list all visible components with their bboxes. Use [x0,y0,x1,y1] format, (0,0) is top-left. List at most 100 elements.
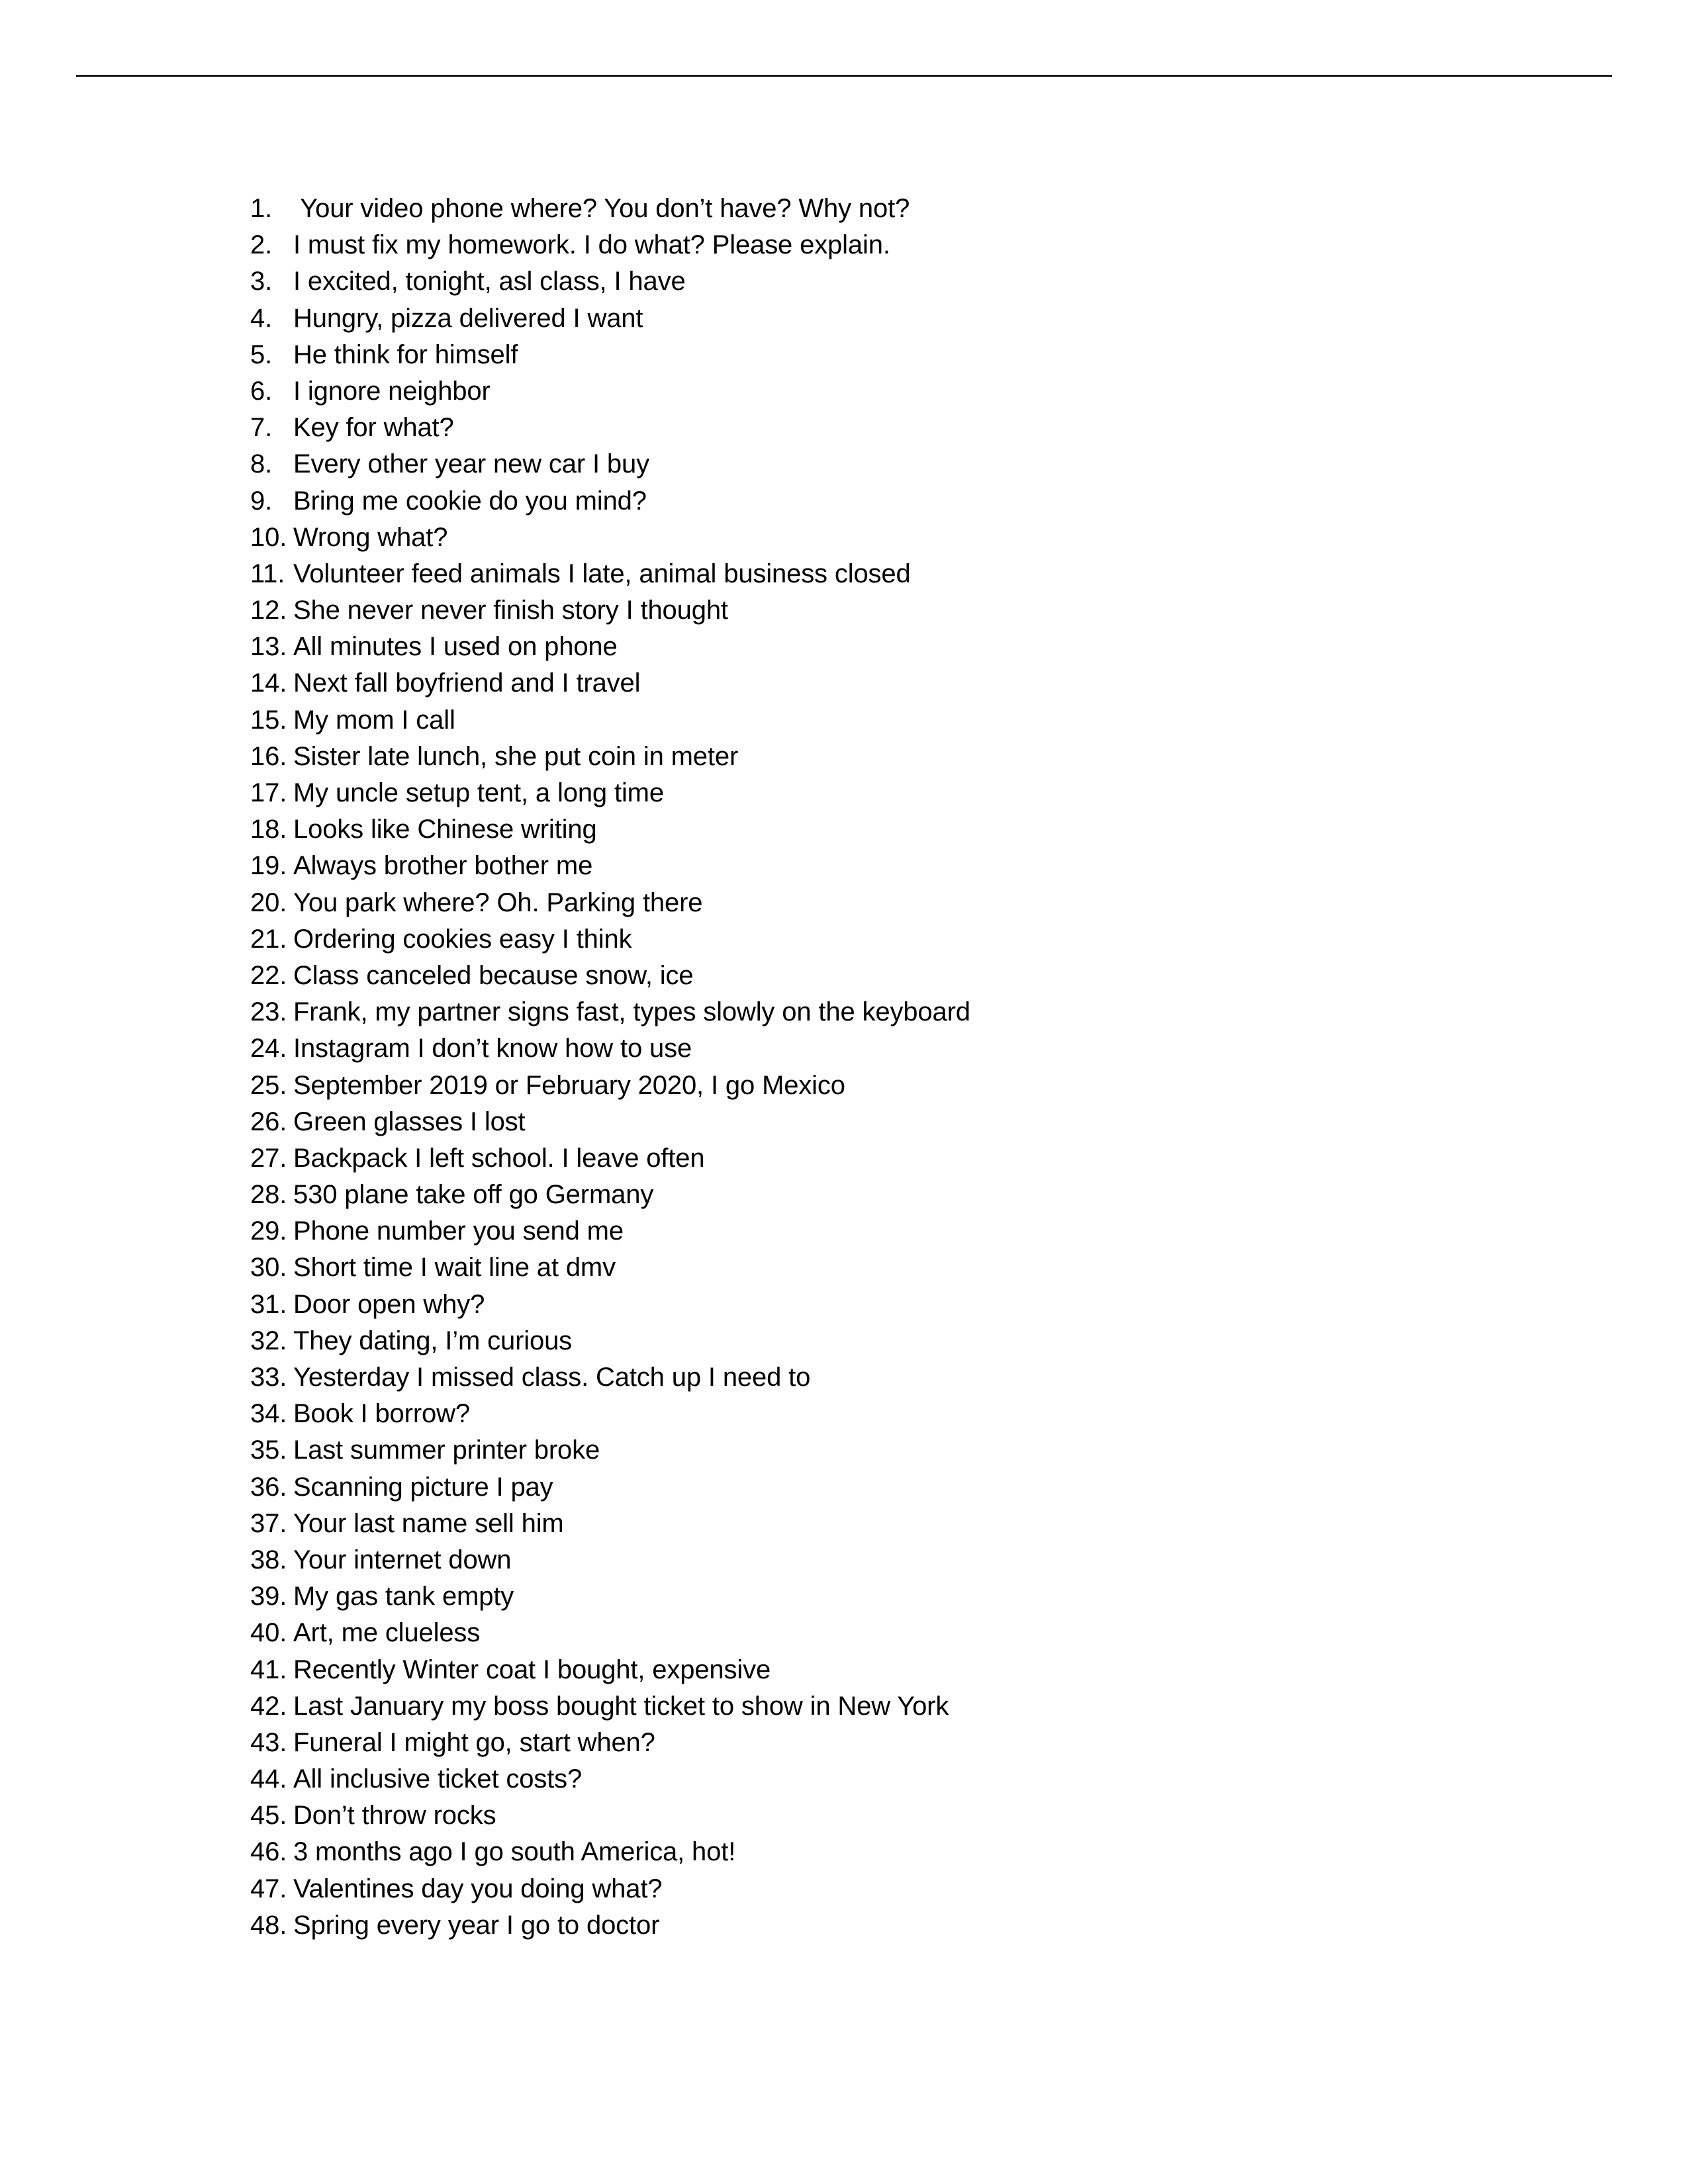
list-item-number: 39. [250,1582,287,1612]
list-item-number: 23. [250,997,287,1027]
list-item-text: They dating, I’m curious [293,1326,573,1355]
list-item-text: All minutes I used on phone [293,632,618,662]
header-horizontal-rule [76,75,1612,77]
list-item-number: 10. [250,522,287,552]
list-item: 45. Don’t throw rocks [250,1797,1508,1834]
list-item-number: 48. [250,1910,287,1940]
list-item-text: Your internet down [293,1545,512,1574]
list-item-text: Book I borrow? [293,1399,470,1429]
list-item: 3. I excited, tonight, asl class, I have [250,263,1508,300]
list-item-text: Door open why? [293,1289,485,1319]
list-item-number: 18. [250,815,287,844]
list-item-text: Scanning picture I pay [293,1472,553,1502]
list-item-text: Next fall boyfriend and I travel [293,668,641,698]
list-item: 6. I ignore neighbor [250,373,1508,410]
list-item: 34. Book I borrow? [250,1396,1508,1432]
list-item-number: 20. [250,887,287,917]
list-item-text: My gas tank empty [293,1582,514,1612]
list-item: 26. Green glasses I lost [250,1104,1508,1140]
list-item-number: 27. [250,1143,287,1173]
list-item-number: 17. [250,778,287,807]
list-item-number: 47. [250,1874,287,1903]
list-item-text: Frank, my partner signs fast, types slow… [293,997,970,1027]
list-item: 39. My gas tank empty [250,1578,1508,1615]
list-item-text: Ordering cookies easy I think [293,924,632,954]
list-item: 47. Valentines day you doing what? [250,1871,1508,1907]
list-item: 41. Recently Winter coat I bought, expens… [250,1652,1508,1688]
list-item-number: 26. [250,1107,287,1136]
list-item-number: 9. [250,486,273,516]
list-item-number: 43. [250,1727,287,1757]
list-item-number: 35. [250,1435,287,1465]
list-item-number: 5. [250,340,273,369]
list-item-text: Backpack I left school. I leave often [293,1143,705,1173]
list-item: 23. Frank, my partner signs fast, types s… [250,994,1508,1030]
list-item: 27. Backpack I left school. I leave often [250,1140,1508,1177]
list-item-number: 36. [250,1472,287,1502]
list-item-number: 32. [250,1326,287,1355]
list-item: 12. She never never finish story I though… [250,592,1508,629]
list-item-number: 19. [250,851,287,881]
list-item-number: 38. [250,1545,287,1574]
list-item: 42. Last January my boss bought ticket to… [250,1688,1508,1725]
list-item: 46. 3 months ago I go south America, hot! [250,1834,1508,1870]
list-item-text: Instagram I don’t know how to use [293,1034,692,1064]
list-item-text: Your video phone where? You don’t have? … [293,194,910,223]
list-item-text: My mom I call [293,705,455,735]
numbered-sentence-list: 1. Your video phone where? You don’t hav… [250,191,1508,1944]
list-item: 48. Spring every year I go to doctor [250,1907,1508,1944]
list-item: 20. You park where? Oh. Parking there [250,885,1508,921]
list-item: 16. Sister late lunch, she put coin in me… [250,739,1508,775]
list-item: 8. Every other year new car I buy [250,446,1508,482]
list-item-text: I excited, tonight, asl class, I have [293,267,686,296]
list-item: 19. Always brother bother me [250,848,1508,884]
list-item-text: 3 months ago I go south America, hot! [293,1837,736,1867]
list-item-text: You park where? Oh. Parking there [293,887,703,917]
list-item-text: Bring me cookie do you mind? [293,486,647,516]
list-item-text: Looks like Chinese writing [293,815,597,844]
list-item: 32. They dating, I’m curious [250,1323,1508,1359]
list-item-text: Green glasses I lost [293,1107,526,1136]
list-item: 25. September 2019 or February 2020, I go… [250,1068,1508,1104]
list-item-number: 7. [250,413,273,443]
list-item-text: Wrong what? [293,522,448,552]
list-item: 37. Your last name sell him [250,1506,1508,1542]
list-item-text: Sister late lunch, she put coin in meter [293,741,739,771]
list-item-number: 44. [250,1764,287,1794]
list-item-text: I ignore neighbor [293,376,491,406]
list-item-number: 45. [250,1801,287,1831]
list-item-text: My uncle setup tent, a long time [293,778,664,807]
list-item: 38. Your internet down [250,1542,1508,1578]
list-item: 28. 530 plane take off go Germany [250,1177,1508,1213]
list-item-number: 21. [250,924,287,954]
list-item-number: 11. [250,559,285,588]
list-item-number: 42. [250,1691,287,1721]
list-item-number: 16. [250,741,287,771]
list-item: 44. All inclusive ticket costs? [250,1761,1508,1797]
list-item: 29. Phone number you send me [250,1213,1508,1250]
list-item-text: Yesterday I missed class. Catch up I nee… [293,1363,811,1392]
list-item-text: September 2019 or February 2020, I go Me… [293,1070,845,1100]
list-item: 1. Your video phone where? You don’t hav… [250,191,1508,227]
list-item: 24. Instagram I don’t know how to use [250,1030,1508,1067]
list-item-text: Recently Winter coat I bought, expensive [293,1655,771,1684]
list-item-number: 14. [250,668,287,698]
list-item: 31. Door open why? [250,1287,1508,1323]
list-item-number: 41. [250,1655,287,1684]
list-item-text: Don’t throw rocks [293,1801,496,1831]
list-item: 4. Hungry, pizza delivered I want [250,300,1508,337]
list-item: 2. I must fix my homework. I do what? Ple… [250,227,1508,263]
list-item-text: Always brother bother me [293,851,593,881]
list-item: 11. Volunteer feed animals I late, animal… [250,556,1508,592]
list-item-text: He think for himself [293,340,518,369]
list-item-number: 34. [250,1399,287,1429]
list-item-text: Volunteer feed animals I late, animal bu… [293,559,911,588]
list-item-number: 22. [250,960,287,990]
list-item: 13. All minutes I used on phone [250,629,1508,665]
list-item-text: Your last name sell him [293,1508,564,1538]
list-item-text: Phone number you send me [293,1216,624,1246]
list-item: 17. My uncle setup tent, a long time [250,775,1508,811]
list-item-text: All inclusive ticket costs? [293,1764,583,1794]
list-item: 22. Class canceled because snow, ice [250,958,1508,994]
list-item-text: Key for what? [293,413,454,443]
